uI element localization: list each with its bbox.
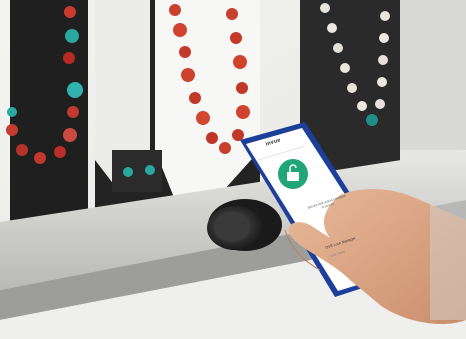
photo-scene: invue Secure lock action complete & secu… xyxy=(0,0,466,339)
earring xyxy=(145,165,155,175)
display-case-photo xyxy=(0,0,466,339)
earring xyxy=(123,167,133,177)
